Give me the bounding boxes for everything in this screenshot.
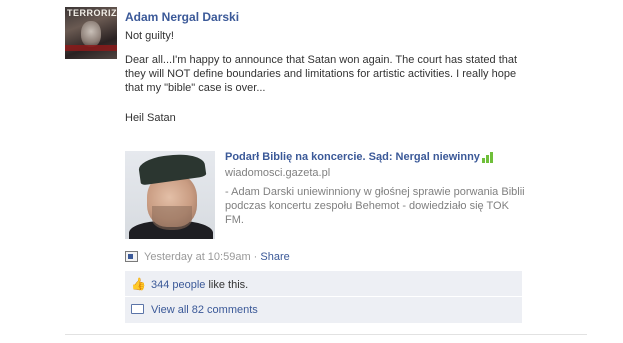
avatar-magazine-title: TERRORIZER: [67, 8, 117, 18]
thumbs-up-icon: 👍: [131, 277, 146, 291]
thumbnail-beard: [152, 206, 192, 230]
comment-bubble-icon: [131, 304, 144, 314]
meta-separator: ·: [250, 251, 261, 263]
author-name-link[interactable]: Adam Nergal Darski: [125, 10, 239, 24]
signal-bars-icon: [481, 151, 494, 163]
likes-bar: 👍 344 people like this.: [125, 271, 522, 296]
message-line-3: Heil Satan: [125, 112, 176, 124]
avatar-band: [65, 45, 117, 51]
message-line-2: Dear all...I'm happy to announce that Sa…: [125, 54, 518, 94]
likes-people-link[interactable]: 344 people: [151, 279, 205, 291]
likes-suffix: like this.: [205, 279, 249, 291]
avatar-face: [81, 21, 101, 47]
post-meta: Yesterday at 10:59am · Share: [125, 251, 290, 263]
link-title[interactable]: Podarł Biblię na koncercie. Sąd: Nergal …: [225, 151, 494, 163]
link-title-text[interactable]: Podarł Biblię na koncercie. Sąd: Nergal …: [225, 151, 480, 163]
mobile-app-icon: [125, 251, 138, 262]
message-line-1: Not guilty!: [125, 30, 174, 42]
story-divider: [65, 334, 587, 335]
share-link[interactable]: Share: [260, 251, 289, 263]
view-comments-link[interactable]: View all 82 comments: [125, 297, 522, 323]
link-domain: wiadomosci.gazeta.pl: [225, 167, 331, 179]
author-avatar[interactable]: TERRORIZER: [65, 7, 117, 59]
link-thumbnail[interactable]: [125, 151, 215, 239]
thumbnail-cap: [137, 151, 207, 186]
view-comments-label[interactable]: View all 82 comments: [151, 304, 258, 316]
link-description: - Adam Darski uniewinniony w głośnej spr…: [225, 186, 525, 226]
post-timestamp[interactable]: Yesterday at 10:59am: [144, 251, 251, 263]
